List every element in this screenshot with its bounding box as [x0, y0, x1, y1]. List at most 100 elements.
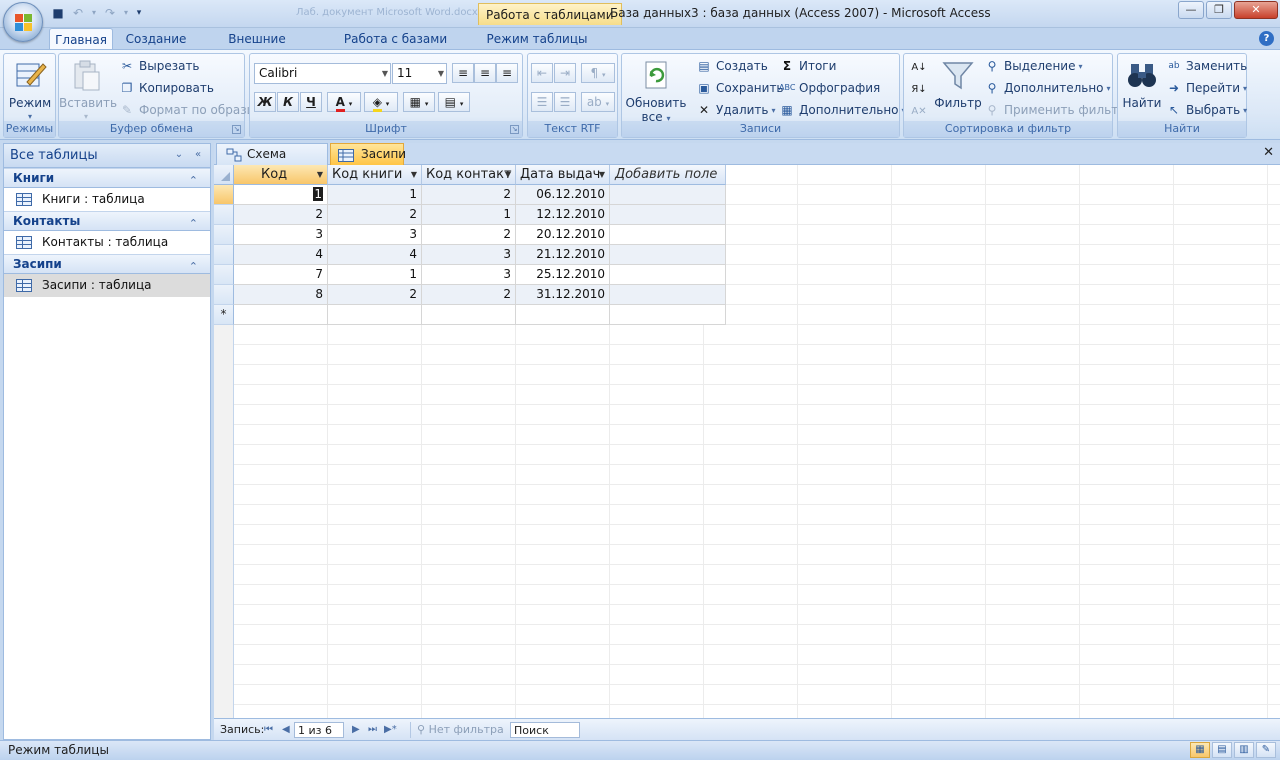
table-cell[interactable]: 7	[234, 265, 328, 285]
table-cell[interactable]	[610, 225, 726, 245]
pivot-chart-view-icon[interactable]: ▥	[1234, 742, 1254, 758]
redo-dropdown-icon[interactable]: ▾	[122, 5, 130, 21]
record-selector[interactable]	[214, 225, 234, 245]
decrease-indent-button[interactable]: ⇤	[531, 63, 553, 83]
bullets-button[interactable]: ☰	[554, 92, 576, 112]
align-right-button[interactable]: ≡	[496, 63, 518, 83]
table-cell[interactable]: 2	[422, 285, 516, 305]
previous-record-icon[interactable]: ◀	[282, 722, 290, 738]
close-button[interactable]: ✕	[1234, 1, 1278, 19]
format-painter-button[interactable]: ✎ Формат по образцу	[119, 100, 262, 120]
table-cell[interactable]: 3	[328, 225, 422, 245]
customize-toolbar-icon[interactable]: ▾	[134, 5, 144, 21]
undo-icon[interactable]: ↶	[70, 5, 86, 21]
gridlines-button[interactable]: ▦ ▾	[403, 92, 435, 112]
view-mode-button[interactable]: Режим ▾	[6, 58, 54, 124]
doc-tab-records[interactable]: Засипи	[330, 143, 406, 165]
record-selector[interactable]	[214, 205, 234, 225]
paste-button[interactable]: Вставить ▾	[59, 58, 117, 124]
dialog-launcher-icon[interactable]: ↘	[510, 125, 519, 134]
record-selector[interactable]	[214, 265, 234, 285]
toggle-filter-button[interactable]: ⚲ Применить фильтр	[984, 100, 1126, 120]
advanced-filter-button[interactable]: ⚲ Дополнительно ▾	[984, 78, 1111, 98]
table-cell[interactable]: 20.12.2010	[516, 225, 610, 245]
italic-button[interactable]: К	[277, 92, 299, 112]
underline-button[interactable]: Ч	[300, 92, 322, 112]
selection-button[interactable]: ⚲ Выделение ▾	[984, 56, 1083, 76]
chevron-down-icon[interactable]: ▼	[505, 165, 511, 184]
refresh-all-button[interactable]: Обновить все ▾	[624, 58, 688, 126]
table-cell[interactable]: 2	[422, 185, 516, 205]
office-button[interactable]	[3, 2, 43, 42]
nav-item-records-table[interactable]: Засипи : таблица	[4, 274, 210, 297]
replace-button[interactable]: ab Заменить	[1166, 56, 1247, 76]
select-all-corner[interactable]	[214, 165, 234, 185]
highlight-button[interactable]: ab ▾	[581, 92, 615, 112]
table-cell[interactable]: 31.12.2010	[516, 285, 610, 305]
close-icon[interactable]: ✕	[1263, 145, 1274, 160]
restore-button[interactable]: ❐	[1206, 1, 1232, 19]
table-cell[interactable]	[234, 305, 328, 325]
table-cell[interactable]: 25.12.2010	[516, 265, 610, 285]
column-header-id[interactable]: Код ▼	[234, 165, 328, 185]
increase-indent-button[interactable]: ⇥	[554, 63, 576, 83]
new-record-marker[interactable]: *	[214, 305, 234, 325]
collapse-pane-icon[interactable]: «	[191, 148, 205, 162]
table-cell[interactable]	[610, 205, 726, 225]
tab-datasheet[interactable]: Режим таблицы	[483, 28, 591, 50]
chevron-down-icon[interactable]: ▼	[317, 165, 323, 184]
table-cell[interactable]: 1	[328, 265, 422, 285]
chevron-down-icon[interactable]: ▼	[599, 165, 605, 184]
chevron-down-icon[interactable]: ▼	[382, 64, 388, 83]
nav-item-contacts-table[interactable]: Контакты : таблица	[4, 231, 210, 254]
table-cell[interactable]: 2	[328, 285, 422, 305]
save-record-button[interactable]: ▣ Сохранить	[696, 78, 783, 98]
tab-database-tools[interactable]: Работа с базами данных	[322, 28, 469, 68]
nav-item-books-table[interactable]: Книги : таблица	[4, 188, 210, 211]
numbering-button[interactable]: ☰	[531, 92, 553, 112]
dialog-launcher-icon[interactable]: ↘	[232, 125, 241, 134]
table-cell[interactable]: 2	[234, 205, 328, 225]
column-header-book-id[interactable]: Код книги ▼	[328, 165, 422, 185]
datasheet-view-icon[interactable]: ▦	[1190, 742, 1210, 758]
table-cell[interactable]: 4	[234, 245, 328, 265]
table-cell[interactable]	[328, 305, 422, 325]
record-selector[interactable]	[214, 245, 234, 265]
select-button[interactable]: ↖ Выбрать ▾	[1166, 100, 1247, 120]
font-size-combo[interactable]: 11 ▼	[392, 63, 447, 84]
table-cell[interactable]: 06.12.2010	[516, 185, 610, 205]
filter-button[interactable]: Фильтр	[934, 58, 982, 110]
table-row[interactable]: 7 1 3 25.12.2010	[214, 265, 726, 285]
goto-button[interactable]: ➜ Перейти ▾	[1166, 78, 1247, 98]
doc-tab-relationships[interactable]: Схема данных	[216, 143, 328, 182]
table-cell[interactable]: 3	[422, 265, 516, 285]
table-cell[interactable]: 12.12.2010	[516, 205, 610, 225]
table-cell[interactable]: 1	[422, 205, 516, 225]
tab-external-data[interactable]: Внешние данные	[203, 28, 311, 68]
cut-button[interactable]: ✂ Вырезать	[119, 56, 200, 76]
table-cell[interactable]: 1	[234, 185, 328, 205]
column-header-contact-id[interactable]: Код контакт ▼	[422, 165, 516, 185]
table-cell[interactable]: 2	[422, 225, 516, 245]
tab-home[interactable]: Главная	[49, 28, 113, 50]
table-row[interactable]: 3 3 2 20.12.2010	[214, 225, 726, 245]
font-name-combo[interactable]: Calibri ▼	[254, 63, 391, 84]
nav-group-records[interactable]: Засипи ⌃	[4, 254, 210, 274]
new-record-row[interactable]: *	[214, 305, 726, 325]
align-left-button[interactable]: ≡	[452, 63, 474, 83]
table-row[interactable]: 8 2 2 31.12.2010	[214, 285, 726, 305]
table-cell[interactable]: 2	[328, 205, 422, 225]
copy-button[interactable]: ❐ Копировать	[119, 78, 214, 98]
fill-color-button[interactable]: ◈ ▾	[364, 92, 398, 112]
spelling-button[interactable]: ABC Орфография	[779, 78, 880, 98]
table-row[interactable]: 1 1 2 06.12.2010	[214, 185, 726, 205]
more-records-button[interactable]: ▦Дополнительно▾	[779, 100, 905, 120]
search-input[interactable]: Поиск	[510, 722, 580, 738]
nav-group-contacts[interactable]: Контакты ⌃	[4, 211, 210, 231]
table-cell[interactable]: 4	[328, 245, 422, 265]
table-cell[interactable]: 3	[234, 225, 328, 245]
help-icon[interactable]: ?	[1259, 31, 1274, 46]
table-cell[interactable]	[422, 305, 516, 325]
table-cell[interactable]	[610, 305, 726, 325]
last-record-icon[interactable]: ⏭	[368, 722, 377, 738]
